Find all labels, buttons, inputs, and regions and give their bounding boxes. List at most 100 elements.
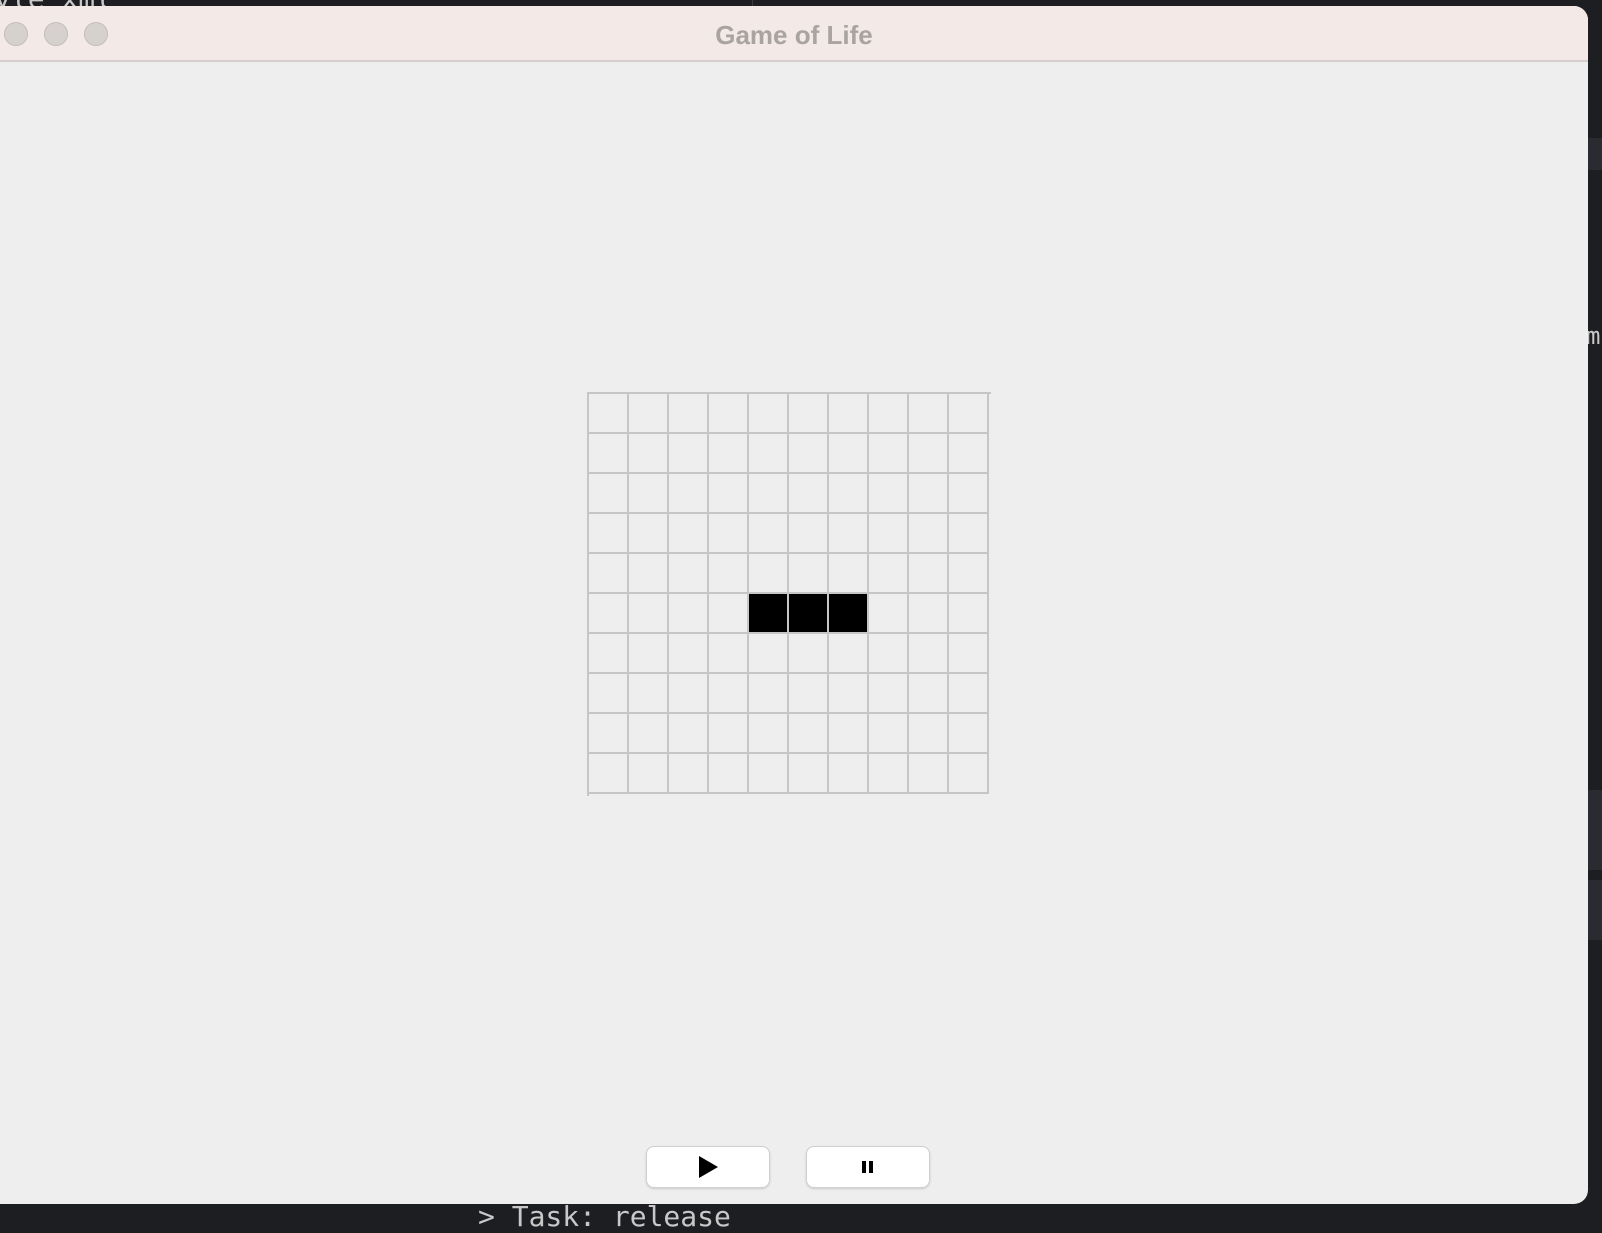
cell-dead[interactable] [949, 434, 989, 474]
cell-alive[interactable] [829, 594, 869, 634]
cell-dead[interactable] [709, 674, 749, 714]
cell-dead[interactable] [709, 634, 749, 674]
cell-dead[interactable] [709, 754, 749, 794]
cell-dead[interactable] [709, 514, 749, 554]
cell-dead[interactable] [869, 754, 909, 794]
cell-dead[interactable] [869, 514, 909, 554]
cell-dead[interactable] [869, 434, 909, 474]
cell-dead[interactable] [669, 554, 709, 594]
cell-dead[interactable] [909, 754, 949, 794]
cell-dead[interactable] [589, 634, 629, 674]
cell-dead[interactable] [669, 754, 709, 794]
cell-alive[interactable] [789, 594, 829, 634]
cell-dead[interactable] [589, 394, 629, 434]
cell-dead[interactable] [709, 714, 749, 754]
cell-dead[interactable] [589, 714, 629, 754]
cell-dead[interactable] [789, 434, 829, 474]
cell-dead[interactable] [629, 514, 669, 554]
cell-dead[interactable] [629, 554, 669, 594]
cell-dead[interactable] [749, 754, 789, 794]
cell-dead[interactable] [709, 474, 749, 514]
play-button[interactable] [646, 1146, 770, 1188]
cell-dead[interactable] [949, 474, 989, 514]
cell-dead[interactable] [629, 634, 669, 674]
cell-dead[interactable] [669, 394, 709, 434]
cell-dead[interactable] [869, 674, 909, 714]
cell-dead[interactable] [869, 554, 909, 594]
cell-dead[interactable] [869, 394, 909, 434]
cell-dead[interactable] [949, 554, 989, 594]
cell-dead[interactable] [829, 714, 869, 754]
cell-alive[interactable] [749, 594, 789, 634]
cell-dead[interactable] [789, 634, 829, 674]
cell-dead[interactable] [949, 394, 989, 434]
cell-dead[interactable] [829, 554, 869, 594]
cell-dead[interactable] [749, 554, 789, 594]
cell-dead[interactable] [789, 514, 829, 554]
cell-dead[interactable] [589, 474, 629, 514]
cell-dead[interactable] [869, 594, 909, 634]
cell-dead[interactable] [589, 674, 629, 714]
cell-dead[interactable] [669, 514, 709, 554]
cell-dead[interactable] [589, 514, 629, 554]
cell-dead[interactable] [709, 594, 749, 634]
cell-dead[interactable] [829, 754, 869, 794]
cell-dead[interactable] [829, 634, 869, 674]
cell-dead[interactable] [949, 594, 989, 634]
cell-dead[interactable] [909, 714, 949, 754]
cell-dead[interactable] [749, 514, 789, 554]
cell-dead[interactable] [589, 754, 629, 794]
cell-dead[interactable] [829, 394, 869, 434]
title-bar[interactable]: Game of Life [0, 6, 1588, 62]
cell-dead[interactable] [749, 434, 789, 474]
cell-dead[interactable] [909, 434, 949, 474]
cell-dead[interactable] [869, 474, 909, 514]
cell-dead[interactable] [909, 394, 949, 434]
cell-dead[interactable] [669, 434, 709, 474]
cell-dead[interactable] [909, 634, 949, 674]
cell-dead[interactable] [669, 634, 709, 674]
cell-dead[interactable] [709, 394, 749, 434]
cell-dead[interactable] [709, 554, 749, 594]
cell-dead[interactable] [909, 554, 949, 594]
cell-dead[interactable] [949, 514, 989, 554]
cell-dead[interactable] [789, 474, 829, 514]
cell-dead[interactable] [829, 514, 869, 554]
cell-dead[interactable] [869, 634, 909, 674]
cell-dead[interactable] [749, 474, 789, 514]
cell-dead[interactable] [669, 714, 709, 754]
cell-dead[interactable] [589, 554, 629, 594]
cell-dead[interactable] [949, 634, 989, 674]
cell-dead[interactable] [629, 754, 669, 794]
cell-dead[interactable] [829, 434, 869, 474]
cell-dead[interactable] [829, 474, 869, 514]
life-board[interactable] [587, 392, 991, 796]
cell-dead[interactable] [629, 714, 669, 754]
cell-dead[interactable] [749, 634, 789, 674]
cell-dead[interactable] [789, 754, 829, 794]
cell-dead[interactable] [709, 434, 749, 474]
cell-dead[interactable] [669, 474, 709, 514]
cell-dead[interactable] [629, 594, 669, 634]
cell-dead[interactable] [629, 434, 669, 474]
cell-dead[interactable] [949, 754, 989, 794]
cell-dead[interactable] [629, 474, 669, 514]
cell-dead[interactable] [909, 674, 949, 714]
cell-dead[interactable] [789, 394, 829, 434]
cell-dead[interactable] [949, 674, 989, 714]
cell-dead[interactable] [749, 394, 789, 434]
cell-dead[interactable] [789, 554, 829, 594]
cell-dead[interactable] [829, 674, 869, 714]
pause-button[interactable] [806, 1146, 930, 1188]
cell-dead[interactable] [789, 714, 829, 754]
cell-dead[interactable] [909, 594, 949, 634]
cell-dead[interactable] [909, 514, 949, 554]
cell-dead[interactable] [589, 594, 629, 634]
cell-dead[interactable] [869, 714, 909, 754]
cell-dead[interactable] [749, 714, 789, 754]
cell-dead[interactable] [669, 674, 709, 714]
cell-dead[interactable] [629, 674, 669, 714]
cell-dead[interactable] [629, 394, 669, 434]
cell-dead[interactable] [749, 674, 789, 714]
cell-dead[interactable] [789, 674, 829, 714]
